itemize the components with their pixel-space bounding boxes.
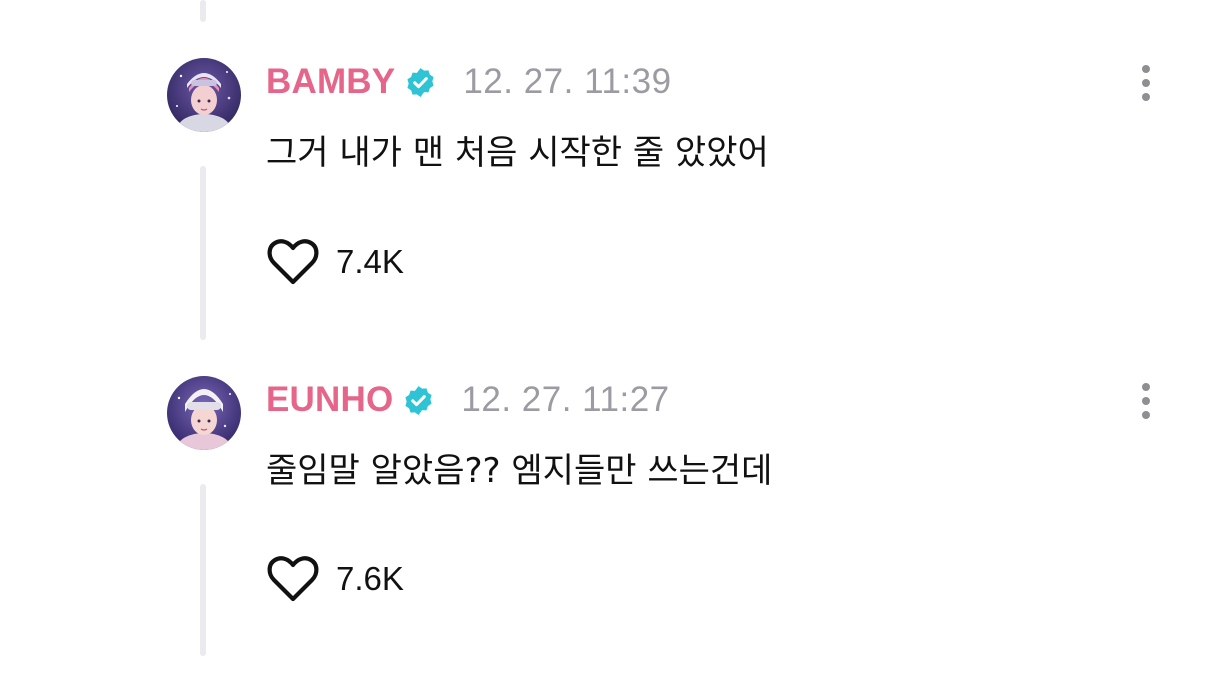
comment-item: BAMBY 12. 27. 11:39 그거 내가 맨 처음 시작한 줄 았았어… — [0, 0, 1206, 300]
username[interactable]: BAMBY — [266, 62, 395, 102]
like-button[interactable] — [266, 554, 322, 604]
avatar[interactable] — [167, 58, 241, 132]
avatar[interactable] — [167, 376, 241, 450]
comment-text: 그거 내가 맨 처음 시작한 줄 았았어 — [266, 133, 769, 173]
heart-outline-icon — [267, 239, 319, 285]
like-count: 7.6K — [336, 560, 404, 597]
comment-text: 줄임말 알았음?? 엠지들만 쓰는건데 — [266, 451, 773, 491]
avatar-image — [167, 58, 241, 132]
comment-item: EUNHO 12. 27. 11:27 줄임말 알았음?? 엠지들만 쓰는건데 … — [0, 318, 1206, 618]
more-options-button[interactable] — [1130, 378, 1162, 422]
like-row: 7.6K — [266, 554, 404, 604]
verified-badge-icon — [402, 384, 435, 417]
verified-badge-icon — [404, 66, 437, 99]
comment-header: BAMBY 12. 27. 11:39 — [266, 60, 672, 104]
vertical-ellipsis-icon — [1142, 383, 1150, 419]
comment-header: EUNHO 12. 27. 11:27 — [266, 378, 670, 422]
username[interactable]: EUNHO — [266, 380, 393, 420]
more-options-button[interactable] — [1130, 60, 1162, 104]
like-count: 7.4K — [336, 243, 404, 280]
timestamp: 12. 27. 11:39 — [463, 62, 672, 101]
like-button[interactable] — [266, 237, 322, 287]
like-row: 7.4K — [266, 237, 404, 287]
avatar-image — [167, 376, 241, 450]
vertical-ellipsis-icon — [1142, 65, 1150, 101]
heart-outline-icon — [267, 556, 319, 602]
timestamp: 12. 27. 11:27 — [461, 380, 670, 419]
